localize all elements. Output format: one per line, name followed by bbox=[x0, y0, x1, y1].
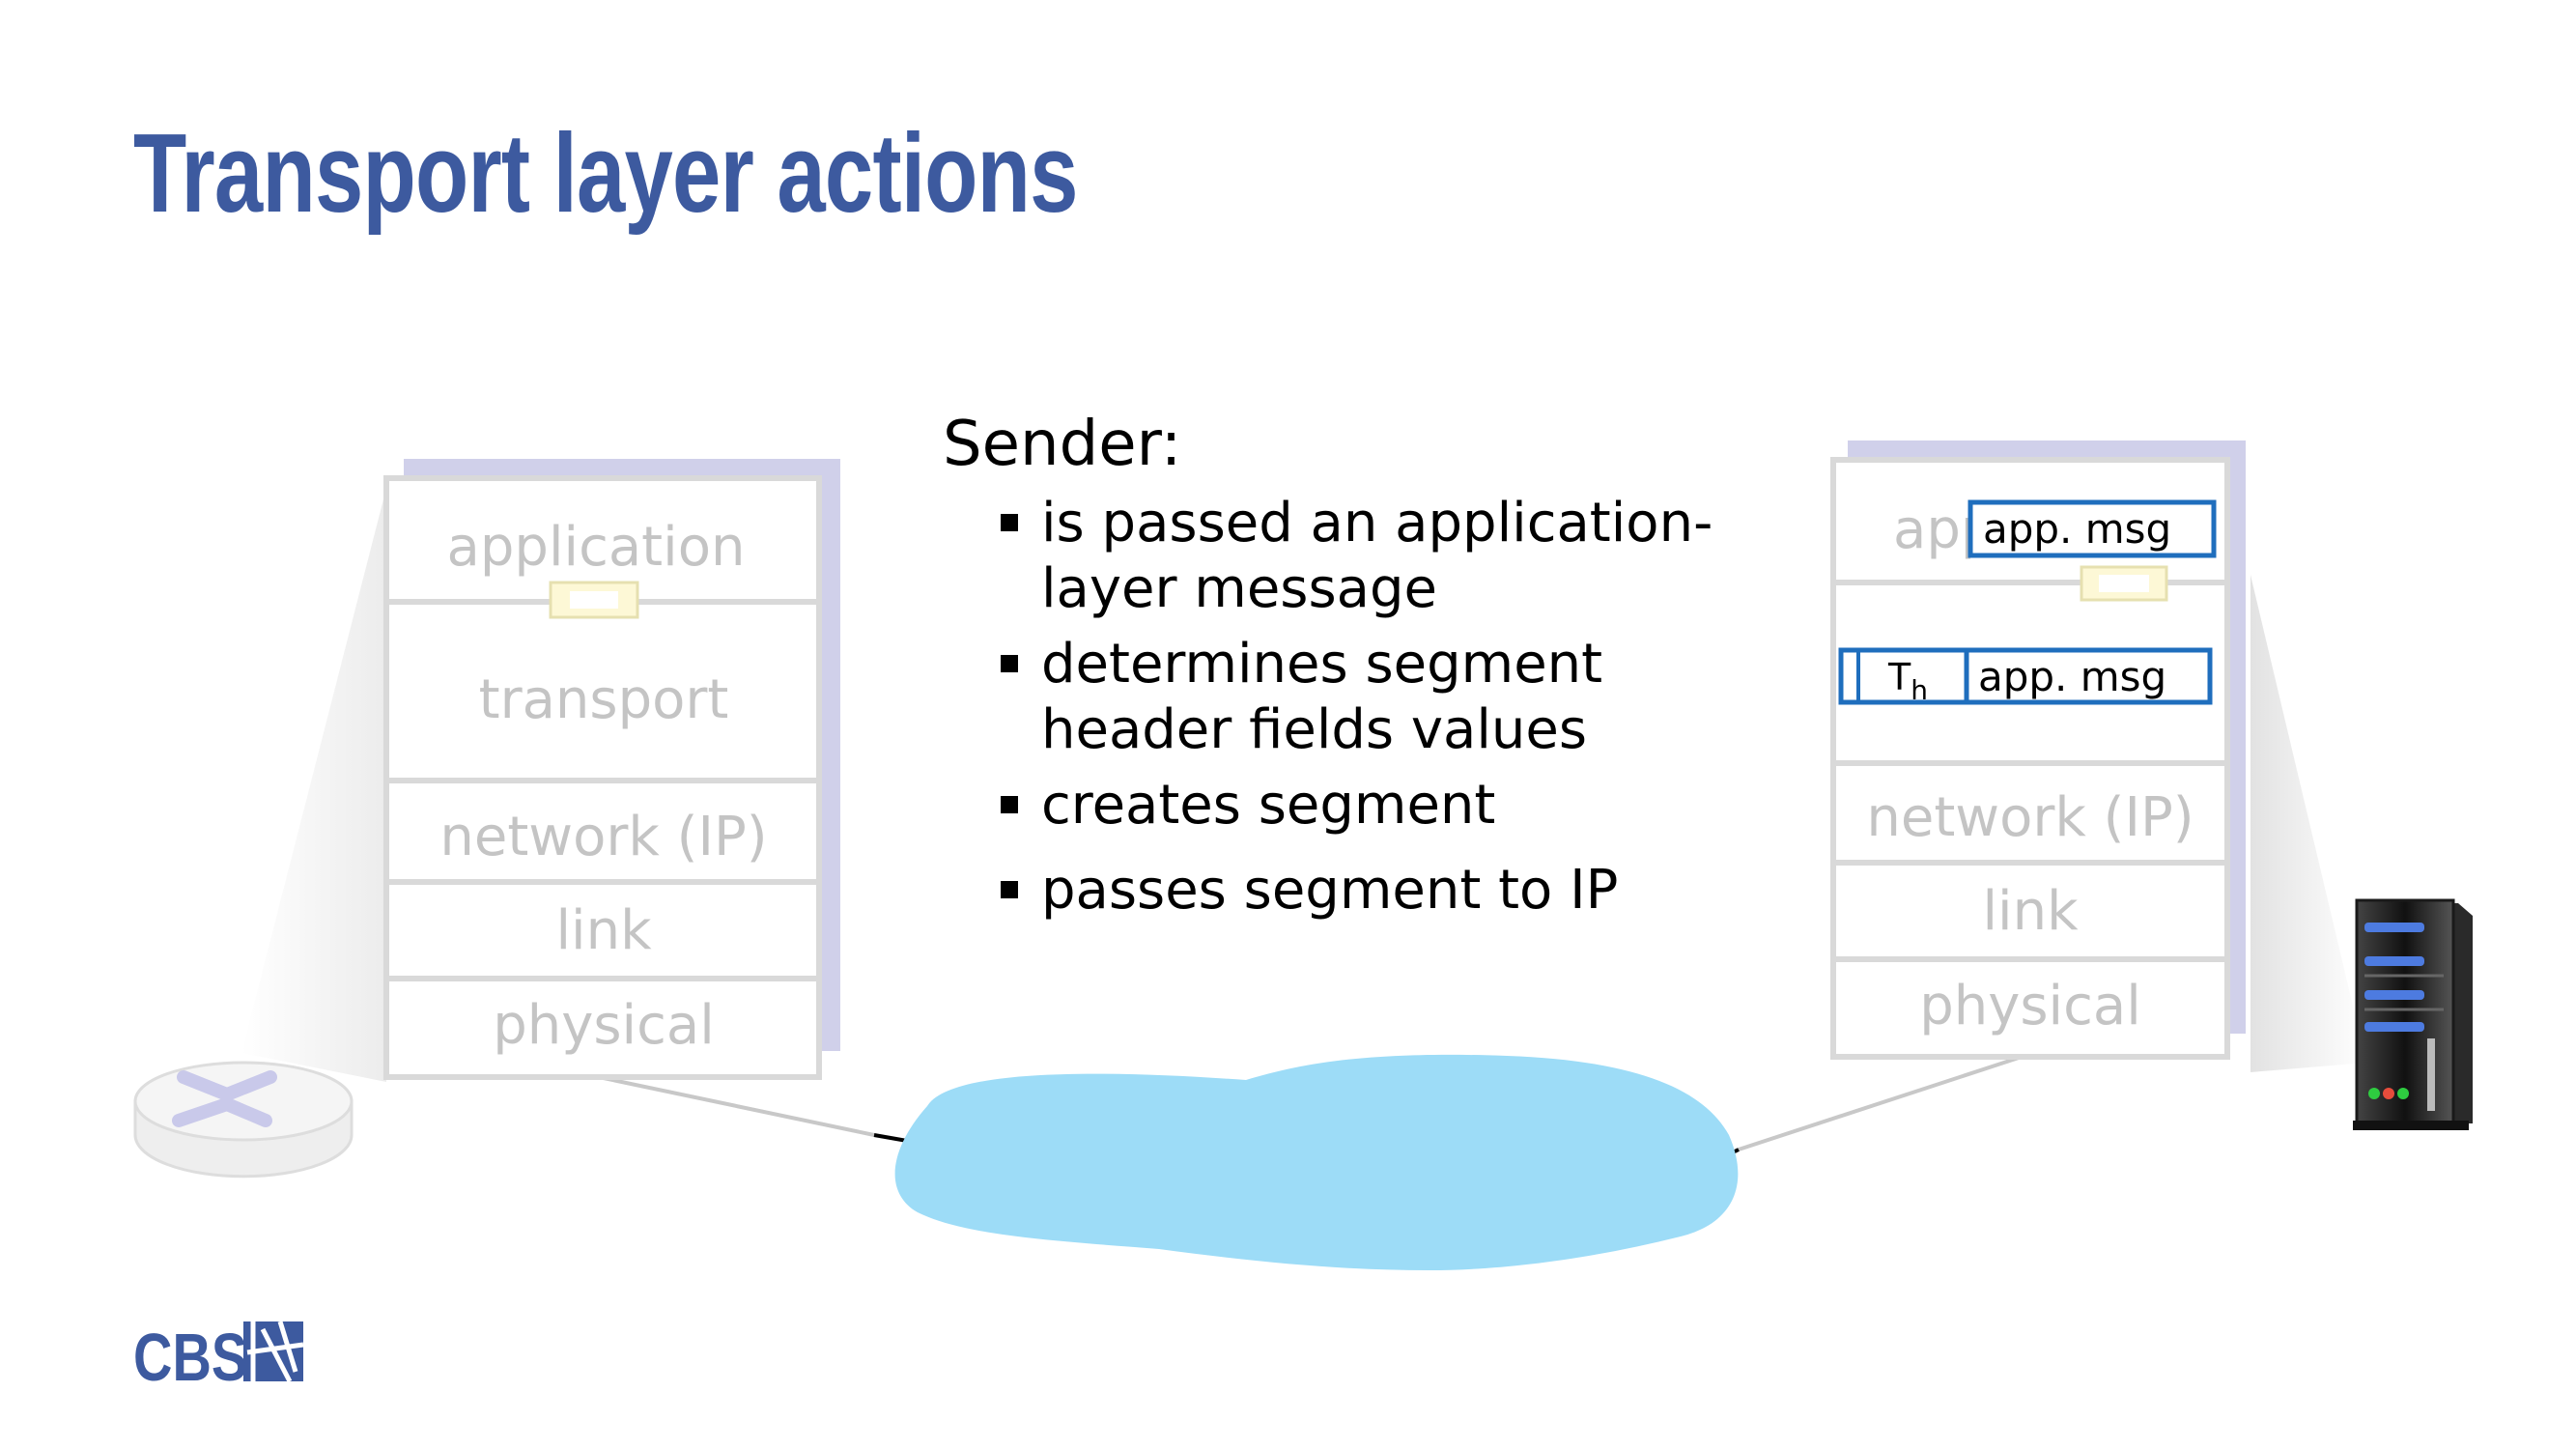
left-layer-physical: physical bbox=[493, 994, 715, 1057]
app-msg-box: app. msg bbox=[1967, 499, 2217, 558]
bullet-item: is passed an application-layer message bbox=[1001, 491, 1775, 622]
right-layer-network: network (IP) bbox=[1866, 786, 2194, 849]
bullet-item: determines segment header fields values bbox=[1001, 632, 1775, 763]
right-layer-physical: physical bbox=[1919, 975, 2141, 1037]
left-link bbox=[598, 1075, 875, 1137]
app-msg-label: app. msg bbox=[1983, 505, 2171, 553]
bullet-item: passes segment to IP bbox=[1001, 858, 1775, 923]
segment-app-msg-label: app. msg bbox=[1978, 653, 2166, 700]
sender-bullets: is passed an application-layer message d… bbox=[943, 491, 1812, 923]
cbs-logo-mark bbox=[243, 1321, 304, 1383]
router-icon bbox=[133, 1061, 354, 1179]
right-layer-link: link bbox=[1982, 880, 2079, 943]
cbs-logo-text: CBS bbox=[133, 1320, 248, 1395]
left-layer-network: network (IP) bbox=[439, 806, 767, 868]
segment-box: Th app. msg bbox=[1838, 647, 2213, 706]
network-cloud bbox=[894, 1054, 1739, 1270]
left-layer-link: link bbox=[555, 899, 652, 962]
left-protocol-stack: application transport network (IP) link … bbox=[383, 459, 840, 1080]
right-beam bbox=[2250, 575, 2366, 1072]
left-layer-application: application bbox=[447, 516, 746, 579]
left-layer-transport: transport bbox=[479, 668, 729, 731]
right-link bbox=[1738, 1056, 2020, 1151]
sender-heading: Sender: bbox=[943, 409, 1182, 480]
left-beam bbox=[241, 488, 386, 1082]
server-icon bbox=[2353, 898, 2473, 1130]
bullet-item: creates segment bbox=[1001, 773, 1775, 838]
sender-block: Sender: is passed an application-layer m… bbox=[943, 406, 1812, 933]
